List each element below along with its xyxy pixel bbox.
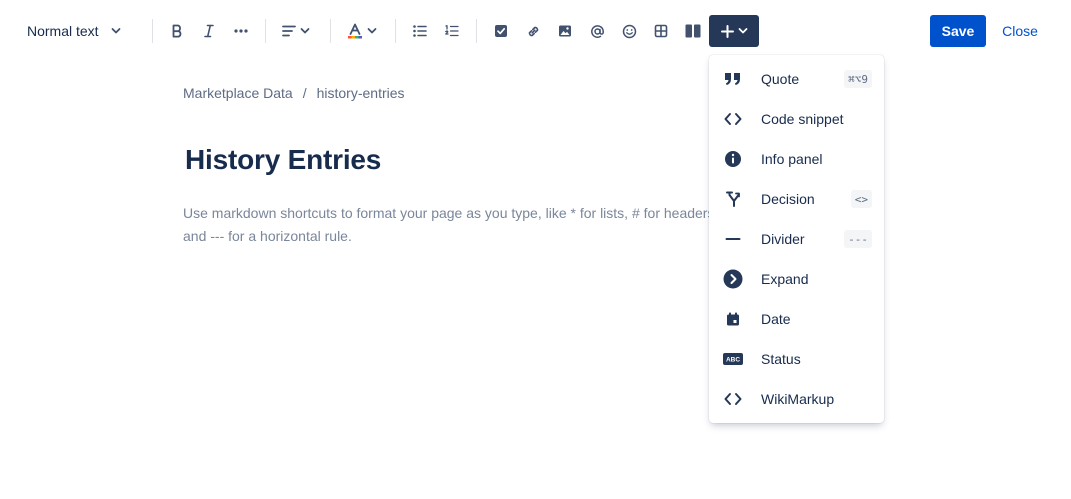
more-formatting-button[interactable]	[228, 16, 254, 46]
bold-icon	[172, 24, 182, 38]
menu-item-divider[interactable]: Divider ---	[709, 219, 884, 259]
menu-item-label: Expand	[761, 271, 809, 287]
bullet-list-button[interactable]	[407, 16, 433, 46]
toolbar-divider	[476, 19, 477, 43]
keyboard-shortcut: ---	[844, 230, 872, 248]
alignment-dropdown[interactable]	[276, 16, 316, 46]
menu-item-label: Code snippet	[761, 111, 844, 127]
menu-item-label: Quote	[761, 71, 800, 87]
save-button[interactable]: Save	[930, 15, 986, 47]
italic-button[interactable]	[196, 16, 222, 46]
breadcrumb-item-space[interactable]: Marketplace Data	[183, 85, 293, 101]
menu-item-quote[interactable]: Quote ⌘⌥9	[709, 59, 884, 99]
checkbox-icon	[495, 25, 507, 37]
menu-item-label: Info panel	[761, 151, 823, 167]
numbered-list-icon	[445, 25, 459, 37]
toolbar-divider	[265, 19, 266, 43]
menu-item-label: WikiMarkup	[761, 391, 835, 407]
plus-icon	[720, 24, 734, 38]
chevron-down-icon	[367, 28, 377, 34]
ellipsis-icon	[234, 29, 248, 33]
link-button[interactable]	[520, 16, 546, 46]
calendar-icon	[723, 309, 743, 329]
menu-item-date[interactable]: Date	[709, 299, 884, 339]
toolbar-divider	[330, 19, 331, 43]
page-title[interactable]: History Entries	[185, 144, 381, 176]
image-icon	[559, 25, 571, 37]
mention-icon	[590, 24, 604, 38]
align-left-icon	[282, 25, 296, 37]
close-button[interactable]: Close	[996, 15, 1044, 47]
columns-icon	[685, 24, 701, 38]
text-color-dropdown[interactable]	[342, 16, 382, 46]
numbered-list-button[interactable]	[439, 16, 465, 46]
image-button[interactable]	[552, 16, 578, 46]
emoji-icon	[622, 24, 636, 38]
menu-item-label: Status	[761, 351, 801, 367]
insert-menu-button[interactable]	[709, 15, 759, 47]
mention-button[interactable]	[584, 16, 610, 46]
toolbar-divider	[395, 19, 396, 43]
toolbar-divider	[152, 19, 153, 43]
table-button[interactable]	[648, 16, 674, 46]
action-item-button[interactable]	[488, 16, 514, 46]
chevron-down-icon	[111, 27, 121, 35]
keyboard-shortcut: ⌘⌥9	[844, 70, 872, 88]
menu-item-label: Decision	[761, 191, 815, 207]
bullet-list-icon	[413, 25, 427, 37]
breadcrumb: Marketplace Data / history-entries	[183, 85, 405, 101]
expand-icon	[723, 269, 743, 289]
svg-text:ABC: ABC	[726, 357, 740, 364]
breadcrumb-separator: /	[302, 85, 307, 101]
status-icon: ABC	[723, 349, 743, 369]
chevron-down-icon	[300, 28, 310, 34]
menu-item-info-panel[interactable]: Info panel	[709, 139, 884, 179]
divider-icon	[723, 229, 743, 249]
bold-button[interactable]	[164, 16, 190, 46]
info-icon	[723, 149, 743, 169]
decision-icon	[723, 189, 743, 209]
keyboard-shortcut: <>	[850, 190, 872, 208]
breadcrumb-item-page[interactable]: history-entries	[317, 85, 405, 101]
editor-toolbar: Normal text Save Close	[0, 0, 1071, 62]
link-icon	[528, 26, 538, 36]
layouts-button[interactable]	[680, 16, 706, 46]
menu-item-wikimarkup[interactable]: WikiMarkup	[709, 379, 884, 419]
text-style-label: Normal text	[27, 23, 99, 39]
table-icon	[654, 24, 668, 38]
text-color-icon	[348, 23, 362, 39]
emoji-button[interactable]	[616, 16, 642, 46]
code-icon	[723, 389, 743, 409]
menu-item-decision[interactable]: Decision <>	[709, 179, 884, 219]
italic-icon	[204, 24, 214, 38]
editor-placeholder[interactable]: Use markdown shortcuts to format your pa…	[183, 202, 743, 248]
text-style-dropdown[interactable]: Normal text	[18, 16, 136, 46]
menu-item-code-snippet[interactable]: Code snippet	[709, 99, 884, 139]
menu-item-label: Date	[761, 311, 791, 327]
menu-item-expand[interactable]: Expand	[709, 259, 884, 299]
chevron-down-icon	[738, 28, 747, 34]
code-icon	[723, 109, 743, 129]
quote-icon	[723, 69, 743, 89]
menu-item-status[interactable]: ABC Status	[709, 339, 884, 379]
menu-item-label: Divider	[761, 231, 805, 247]
insert-menu: Quote ⌘⌥9 Code snippet Info panel Decisi…	[709, 55, 884, 423]
